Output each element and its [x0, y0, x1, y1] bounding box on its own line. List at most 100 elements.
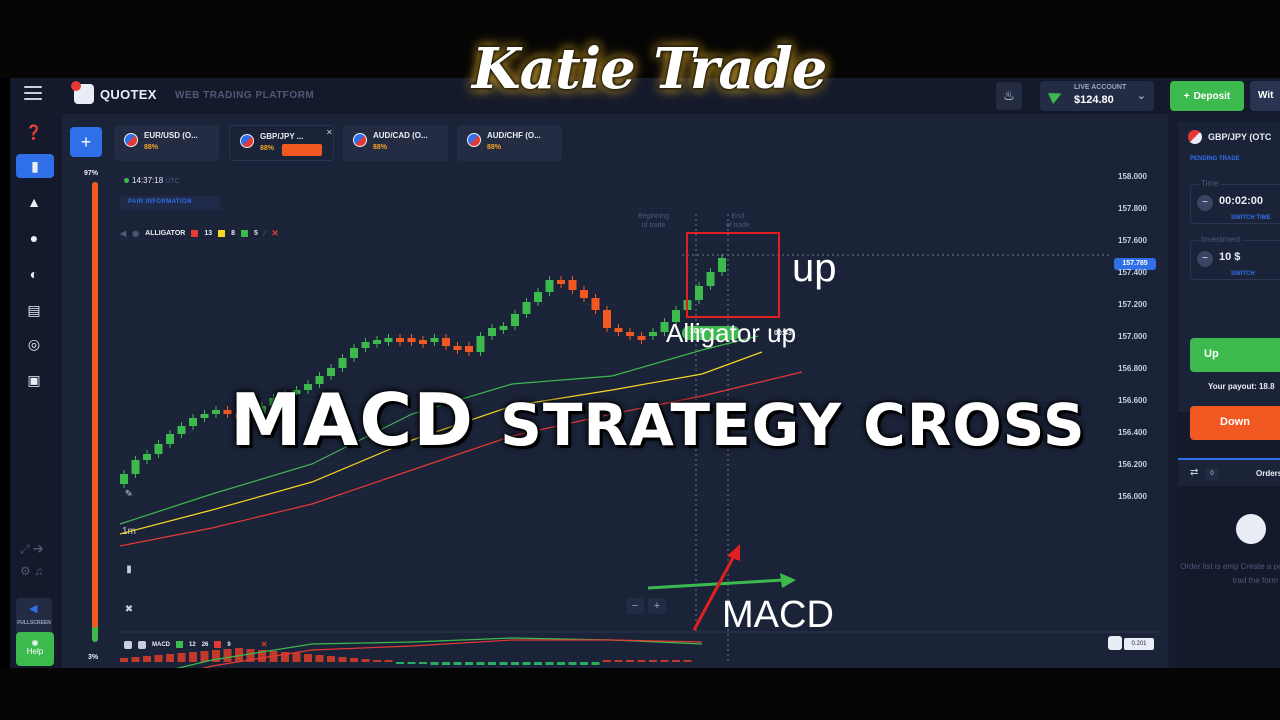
account-switcher[interactable]: LIVE ACCOUNT $124.80 ⌄	[1040, 81, 1154, 111]
help-label: Help	[26, 647, 44, 656]
fullscreen-button[interactable]: ◀ FULLSCREEN	[16, 598, 52, 634]
beginning-of-trade-label: Beginning of trade	[638, 212, 669, 230]
switch-time-link[interactable]: SWITCH TIME	[1231, 215, 1271, 221]
tournaments-icon[interactable]: ▣	[22, 368, 46, 392]
macd-histogram-bar	[637, 660, 646, 662]
price-tick: 156.600	[1118, 396, 1147, 405]
brand-title: Katie Trade	[472, 36, 827, 102]
settings-gear-icon[interactable]: ⚙ ♫	[20, 564, 43, 578]
expand-icon[interactable]: ⤢ ➔	[20, 542, 44, 557]
headline-part-2: STRATEGY CROSS	[500, 391, 1086, 459]
macd-histogram-bar	[430, 662, 439, 665]
nav-trade-chart-icon[interactable]: ▮	[16, 154, 54, 178]
time-decrease-button[interactable]: −	[1197, 195, 1213, 211]
price-tick: 156.000	[1118, 492, 1147, 501]
bell-icon[interactable]: ♨	[996, 82, 1022, 110]
macd-histogram-bar	[545, 662, 554, 665]
video-letterbox-bottom	[0, 668, 1280, 720]
up-button[interactable]: Up	[1190, 338, 1280, 372]
price-tick: 158.000	[1118, 172, 1147, 181]
macd-histogram-bar	[453, 662, 462, 665]
macd-name: MACD	[152, 641, 170, 648]
candle	[338, 358, 347, 368]
price-tick: 157.200	[1118, 300, 1147, 309]
macd-histogram-bar	[626, 660, 634, 662]
macd-value-label: 0.201	[1124, 638, 1154, 650]
candle	[166, 434, 174, 444]
help-circle-icon[interactable]: ❓	[22, 120, 46, 144]
macd-histogram-bar	[338, 657, 347, 662]
deposit-button[interactable]: + Deposit	[1170, 81, 1244, 111]
macd-histogram-bar	[614, 660, 623, 662]
macd-histogram-bar	[120, 658, 128, 662]
investment-decrease-button[interactable]: −	[1197, 251, 1213, 267]
macd-fast: 12	[189, 641, 196, 648]
candle	[499, 326, 508, 330]
menu-icon[interactable]	[24, 86, 42, 102]
candle	[407, 338, 416, 342]
pending-trade-toggle[interactable]: PENDING TRADE	[1190, 156, 1240, 162]
trade-panel: GBP/JPY (OTC PENDING TRADE Time − 00:02:…	[1178, 122, 1280, 668]
payout-label: Your payout: 18.8	[1208, 382, 1275, 391]
logo[interactable]: QUOTEX	[71, 81, 157, 104]
candle	[614, 328, 623, 332]
candle	[177, 426, 186, 434]
candle	[603, 310, 611, 328]
macd-histogram-bar	[350, 658, 358, 662]
lock-icon[interactable]	[1108, 636, 1122, 650]
candle	[327, 368, 335, 376]
price-tick: 157.800	[1118, 204, 1147, 213]
switch-investment-link[interactable]: SWITCH	[1231, 271, 1255, 277]
withdrawal-button[interactable]: Wit	[1250, 81, 1280, 111]
candle	[476, 336, 485, 352]
orders-tab[interactable]: Orders	[1256, 469, 1280, 478]
macd-histogram-bar	[534, 662, 542, 665]
down-button[interactable]: Down	[1190, 406, 1280, 440]
platform-label: WEB TRADING PLATFORM	[175, 90, 315, 101]
profile-icon[interactable]: ●	[22, 226, 46, 250]
macd-histogram-bar	[465, 662, 473, 665]
candle	[120, 474, 128, 484]
settings-icon[interactable]	[138, 640, 146, 649]
trading-app: QUOTEX WEB TRADING PLATFORM ♨ LIVE ACCOU…	[10, 78, 1280, 668]
macd-histogram-bar	[396, 662, 404, 664]
beginning-of-trade-text: Beginning of trade	[638, 213, 670, 229]
candle	[419, 340, 427, 344]
macd-histogram-bar	[660, 660, 669, 662]
market-icon[interactable]: ◐	[22, 262, 46, 286]
end-of-trade-text: End of trade	[726, 213, 750, 229]
leaderboard-icon[interactable]: ▤	[22, 298, 46, 322]
help-icon: ◉	[31, 638, 39, 647]
chevron-down-icon: ⌄	[1136, 90, 1146, 102]
plus-icon: +	[1183, 90, 1190, 102]
price-tick: 157.400	[1118, 268, 1147, 277]
macd-histogram-bar	[407, 662, 416, 664]
signals-icon[interactable]: ◎	[22, 332, 46, 356]
swap-icon[interactable]: ⇄	[1190, 467, 1198, 478]
price-tick: 157.000	[1118, 332, 1147, 341]
candle	[557, 280, 565, 284]
candle	[131, 460, 140, 474]
education-icon[interactable]: ▲	[22, 190, 46, 214]
orders-count: 0	[1206, 468, 1218, 480]
selected-asset[interactable]: GBP/JPY (OTC	[1188, 130, 1271, 144]
macd-histogram-bar	[315, 655, 324, 662]
candle	[511, 314, 519, 326]
time-value: 00:02:00	[1219, 195, 1264, 207]
eye-icon[interactable]	[124, 640, 132, 649]
macd-histogram-bar	[557, 662, 565, 665]
macd-histogram-bar	[522, 662, 531, 665]
remove-macd-icon[interactable]: ✕	[261, 640, 268, 649]
account-balance: $124.80	[1074, 94, 1114, 106]
end-of-trade-label: End of trade	[726, 212, 750, 230]
macd-histogram-bar	[603, 660, 611, 662]
price-tick: 156.800	[1118, 364, 1147, 373]
candle	[649, 332, 657, 336]
macd-signal-swatch	[214, 641, 222, 648]
macd-histogram-bar	[476, 662, 485, 665]
time-field[interactable]: Time − 00:02:00 SWITCH TIME	[1190, 179, 1280, 224]
help-button[interactable]: ◉ Help	[16, 632, 54, 666]
investment-field[interactable]: Investment − 10 $ SWITCH	[1190, 235, 1280, 280]
macd-histogram-bar	[683, 660, 692, 662]
macd-histogram-bar	[488, 662, 496, 665]
